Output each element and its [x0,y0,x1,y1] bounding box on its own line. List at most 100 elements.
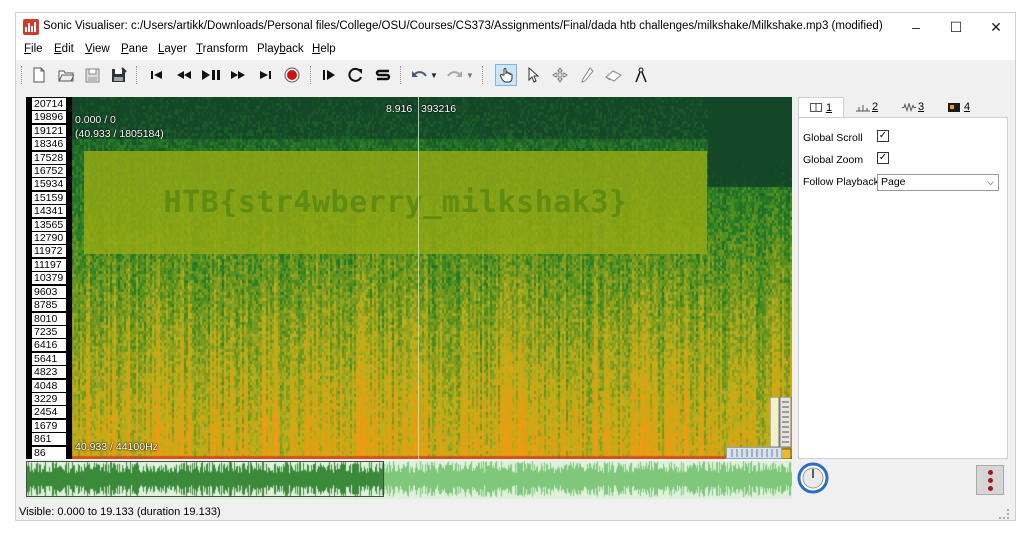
menu-layer[interactable]: Layer [158,43,187,55]
play-selection-icon[interactable] [318,64,340,86]
playback-speed-dial[interactable] [796,461,830,495]
time-ruler-icon [855,103,870,112]
cursor-time-readout: 0.000 / 0 [75,114,116,126]
draw-pencil-icon[interactable] [576,64,598,86]
level-meter-button[interactable] [976,465,1004,495]
record-icon[interactable] [281,64,303,86]
sample-rate-readout: 40.933 / 44100Hz [75,441,158,453]
toolbar: ▼ ▼ [16,60,1015,90]
menu-view[interactable]: View [85,43,110,55]
frequency-scale-label: 4823 [32,366,66,379]
frequency-scale-label: 1679 [32,419,66,432]
tab-3[interactable]: 3 [890,97,936,117]
undo-icon[interactable] [408,64,430,86]
frequency-scale-label: 3229 [32,392,66,405]
hidden-message-band: HTB{str4wberry_milkshak3} [84,151,707,254]
fast-forward-end-icon[interactable] [254,64,276,86]
spectrogram-pane[interactable]: HTB{str4wberry_milkshak3} 20714 19896 1912… [26,97,792,459]
frequency-scale-label: 14341 [32,205,66,218]
frequency-scale-label: 11972 [32,245,66,258]
redo-dropdown-chevron-icon[interactable]: ▼ [464,64,476,86]
menu-playback[interactable]: Playback [257,43,304,55]
menu-bar: File Edit View Pane Layer Transform Play… [16,41,1015,60]
playhead-line [418,97,419,459]
frequency-scale-label: 7235 [32,325,66,338]
chevron-down-icon: ⌵ [987,177,994,187]
frequency-scale: 20714 19896 19121 18346 17528 16752 15934 15159… [26,97,72,459]
overview-visible-region[interactable] [26,461,384,497]
toolbar-separator [136,66,138,84]
frequency-scale-label: 19121 [32,124,66,137]
frequency-scale-label: 861 [32,433,66,446]
toolbar-separator [482,66,484,84]
frequency-scale-label: 16752 [32,165,66,178]
title-bar: Sonic Visualiser: c:/Users/artikk/Downlo… [16,13,1015,41]
minimize-button[interactable]: – [896,13,936,41]
select-arrow-icon[interactable] [522,64,544,86]
solo-icon[interactable] [372,64,394,86]
menu-help[interactable]: Help [312,43,336,55]
erase-icon[interactable] [603,64,625,86]
global-scroll-checkbox[interactable]: ✓ [877,130,889,142]
resize-grip-icon[interactable] [999,509,1009,519]
move-icon[interactable] [549,64,571,86]
frequency-scale-label: 86 [32,446,66,459]
frequency-scale-label: 9603 [32,285,66,298]
new-file-icon[interactable] [28,64,50,86]
hidden-message-text: HTB{str4wberry_milkshak3} [163,185,628,220]
frequency-scale-label: 17528 [32,151,66,164]
open-folder-icon[interactable] [55,64,77,86]
frequency-scale-label: 13565 [32,218,66,231]
waveform-icon [901,101,916,112]
frequency-scale-label: 20714 [32,98,66,110]
status-bar: Visible: 0.000 to 19.133 (duration 19.13… [16,503,1015,521]
fast-forward-icon[interactable] [227,64,249,86]
rewind-icon[interactable] [173,64,195,86]
window-title: Sonic Visualiser: c:/Users/artikk/Downlo… [43,20,883,32]
sonic-visualiser-logo-icon [23,19,39,35]
horizontal-zoom-thumbwheel[interactable] [726,447,782,459]
properties-panel: Global Scroll ✓ Global Zoom ✓ Follow Pla… [798,117,1008,459]
frequency-scale-label: 11197 [32,258,66,271]
frequency-scale-label: 5641 [32,352,66,365]
frequency-scale-label: 15159 [32,191,66,204]
menu-file[interactable]: File [24,43,43,55]
save-icon[interactable] [81,64,103,86]
tab-2[interactable]: 2 [844,97,890,117]
toolbar-separator [310,66,312,84]
menu-pane[interactable]: Pane [121,43,148,55]
play-pause-icon[interactable] [200,64,222,86]
playhead-time-readout: 8.916 [386,103,413,115]
global-zoom-checkbox[interactable]: ✓ [877,152,889,164]
frequency-scale-label: 10379 [32,272,66,285]
app-window: Sonic Visualiser: c:/Users/artikk/Downlo… [15,12,1016,521]
frequency-scale-label: 8010 [32,312,66,325]
maximize-button[interactable]: ☐ [936,13,976,41]
frequency-scale-label: 15934 [32,178,66,191]
redo-icon[interactable] [444,64,466,86]
frequency-scale-label: 2454 [32,406,66,419]
follow-playback-label: Follow Playback [803,176,879,188]
frequency-scale-label: 19896 [32,111,66,124]
toolbar-separator [400,66,402,84]
loop-icon[interactable] [345,64,367,86]
follow-playback-select[interactable]: Page ⌵ [877,174,999,191]
global-zoom-label: Global Zoom [803,154,864,166]
frequency-scale-label: 18346 [32,138,66,151]
overview-waveform[interactable] [26,461,792,499]
tab-4[interactable]: 4 [936,97,982,117]
navigate-hand-icon[interactable] [495,64,517,86]
rewind-start-icon[interactable] [146,64,168,86]
property-tabs: 1 2 3 4 [798,97,1008,117]
global-scroll-label: Global Scroll [803,132,863,144]
menu-edit[interactable]: Edit [54,43,74,55]
spectrogram-layer-icon [947,102,960,112]
undo-dropdown-chevron-icon[interactable]: ▼ [428,64,440,86]
save-as-icon[interactable] [108,64,130,86]
close-button[interactable]: ✕ [976,13,1016,41]
measure-icon[interactable] [630,64,652,86]
duration-readout: (40.933 / 1805184) [75,128,164,140]
pane-layout-icon [809,103,822,112]
menu-transform[interactable]: Transform [196,43,248,55]
tab-1[interactable]: 1 [798,97,844,117]
